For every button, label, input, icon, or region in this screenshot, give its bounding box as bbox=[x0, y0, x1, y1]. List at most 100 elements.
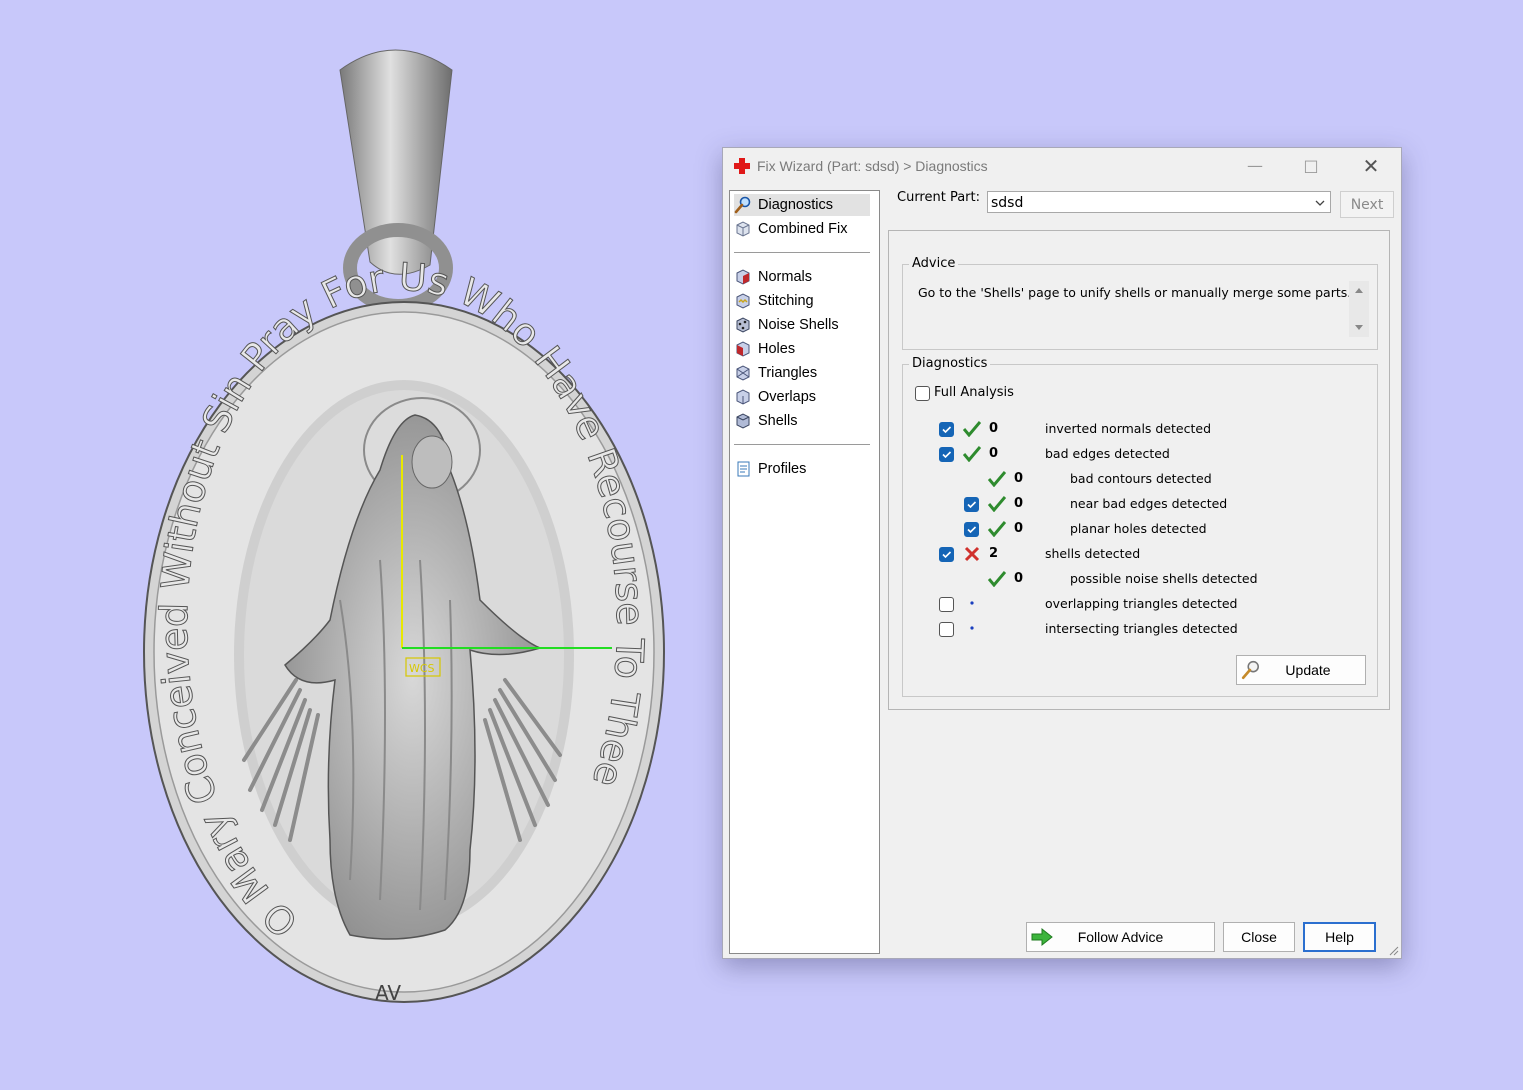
close-icon: ✕ bbox=[1362, 154, 1380, 178]
shells-cube-icon bbox=[736, 413, 750, 429]
green-check-icon bbox=[963, 446, 981, 462]
nav-item-normals[interactable]: Normals bbox=[734, 266, 870, 288]
diagnostic-checkbox[interactable] bbox=[964, 522, 979, 537]
normals-cube-icon bbox=[736, 269, 750, 285]
diagnostic-label: shells detected bbox=[1045, 546, 1141, 561]
medal-3d-model: O Mary Conceived Without Sin Pray For Us… bbox=[143, 49, 665, 1005]
nav-item-diagnostics[interactable]: Diagnostics bbox=[734, 194, 870, 216]
diagnostic-label: bad contours detected bbox=[1070, 471, 1212, 486]
nav-label: Stitching bbox=[758, 293, 814, 309]
diagnostic-count: 0 bbox=[989, 421, 999, 436]
nav-label: Noise Shells bbox=[758, 317, 839, 333]
current-part-select[interactable]: sdsd bbox=[987, 191, 1331, 213]
diagnostic-count: 0 bbox=[1014, 496, 1024, 511]
triangles-cube-icon bbox=[736, 365, 750, 381]
diagnostic-checkbox[interactable] bbox=[939, 422, 954, 437]
document-icon bbox=[737, 461, 750, 477]
diagnostics-group: Diagnostics Full Analysis 0 inverted norm… bbox=[902, 356, 1378, 697]
red-cross-icon bbox=[734, 158, 750, 174]
red-x-icon bbox=[964, 546, 980, 562]
wcs-label: WCS bbox=[409, 662, 435, 675]
checkmark-icon bbox=[967, 501, 977, 509]
cube-icon bbox=[736, 221, 750, 237]
full-analysis-checkbox[interactable] bbox=[915, 386, 930, 401]
current-part-label: Current Part: bbox=[897, 190, 981, 205]
green-arrow-icon bbox=[1031, 927, 1053, 947]
diagnostic-label: intersecting triangles detected bbox=[1045, 621, 1238, 636]
nav-label: Combined Fix bbox=[758, 221, 848, 237]
nav-item-combined-fix[interactable]: Combined Fix bbox=[734, 218, 870, 240]
diagnostic-count: 0 bbox=[1014, 471, 1024, 486]
nav-separator bbox=[734, 444, 870, 445]
nav-item-noise-shells[interactable]: Noise Shells bbox=[734, 314, 870, 336]
help-button[interactable]: Help bbox=[1303, 922, 1376, 952]
next-button[interactable]: Next bbox=[1340, 191, 1394, 218]
maximize-button[interactable]: □ bbox=[1291, 154, 1331, 178]
medal-bottom-mark: AV bbox=[375, 981, 401, 1005]
diagnostic-count: 2 bbox=[989, 546, 999, 561]
diagnostic-count: 0 bbox=[989, 446, 999, 461]
diagnostic-label: bad edges detected bbox=[1045, 446, 1170, 461]
diagnostic-count: 0 bbox=[1014, 571, 1024, 586]
green-check-icon bbox=[988, 571, 1006, 587]
nav-item-overlaps[interactable]: Overlaps bbox=[734, 386, 870, 408]
wizard-nav-panel: Diagnostics Combined Fix Normals Stitchi… bbox=[729, 190, 880, 954]
fix-wizard-dialog: Fix Wizard (Part: sdsd) > Diagnostics — … bbox=[722, 147, 1402, 959]
nav-item-shells[interactable]: Shells bbox=[734, 410, 870, 432]
nav-item-triangles[interactable]: Triangles bbox=[734, 362, 870, 384]
maximize-icon: □ bbox=[1303, 156, 1319, 175]
diagnostics-title: Diagnostics bbox=[909, 356, 991, 371]
nav-label: Normals bbox=[758, 269, 812, 285]
minimize-icon: — bbox=[1247, 156, 1263, 175]
noise-shells-icon bbox=[736, 317, 750, 333]
current-part-value: sdsd bbox=[991, 195, 1024, 211]
nav-item-holes[interactable]: Holes bbox=[734, 338, 870, 360]
diagnostic-label: overlapping triangles detected bbox=[1045, 596, 1238, 611]
diagnostic-checkbox[interactable] bbox=[939, 622, 954, 637]
magnifier-icon bbox=[734, 196, 751, 214]
update-label: Update bbox=[1285, 662, 1331, 678]
full-analysis-label: Full Analysis bbox=[934, 385, 1014, 400]
chevron-down-icon bbox=[1315, 200, 1325, 206]
diagnostics-page: Advice Go to the 'Shells' page to unify … bbox=[888, 230, 1390, 710]
close-button[interactable]: Close bbox=[1223, 922, 1295, 952]
green-check-icon bbox=[988, 496, 1006, 512]
follow-advice-label: Follow Advice bbox=[1077, 929, 1164, 945]
green-check-icon bbox=[988, 521, 1006, 537]
diagnostic-label: planar holes detected bbox=[1070, 521, 1207, 536]
holes-cube-icon bbox=[736, 341, 750, 357]
green-check-icon bbox=[963, 421, 981, 437]
not-run-dot-icon bbox=[970, 626, 974, 630]
checkmark-icon bbox=[942, 551, 952, 559]
title-bar[interactable]: Fix Wizard (Part: sdsd) > Diagnostics — … bbox=[723, 148, 1401, 184]
update-button[interactable]: Update bbox=[1236, 655, 1366, 685]
close-label: Close bbox=[1241, 929, 1277, 945]
diagnostic-checkbox[interactable] bbox=[939, 447, 954, 462]
close-window-button[interactable]: ✕ bbox=[1351, 154, 1391, 178]
advice-title: Advice bbox=[909, 256, 959, 271]
advice-group: Advice Go to the 'Shells' page to unify … bbox=[902, 256, 1378, 350]
diagnostic-label: inverted normals detected bbox=[1045, 421, 1212, 436]
magnifier-icon bbox=[1241, 660, 1259, 680]
nav-item-profiles[interactable]: Profiles bbox=[734, 458, 870, 480]
nav-label: Holes bbox=[758, 341, 796, 357]
diagnostic-label: near bad edges detected bbox=[1070, 496, 1228, 511]
not-run-dot-icon bbox=[970, 601, 974, 605]
diagnostic-checkbox[interactable] bbox=[939, 597, 954, 612]
nav-label: Profiles bbox=[758, 461, 807, 477]
minimize-button[interactable]: — bbox=[1235, 154, 1275, 178]
follow-advice-button[interactable]: Follow Advice bbox=[1026, 922, 1215, 952]
advice-text: Go to the 'Shells' page to unify shells … bbox=[918, 285, 1352, 300]
nav-label: Triangles bbox=[758, 365, 818, 381]
diagnostic-checkbox[interactable] bbox=[939, 547, 954, 562]
overlaps-cube-icon bbox=[736, 389, 750, 405]
dialog-title: Fix Wizard (Part: sdsd) > Diagnostics bbox=[757, 158, 988, 174]
green-check-icon bbox=[988, 471, 1006, 487]
nav-item-stitching[interactable]: Stitching bbox=[734, 290, 870, 312]
diagnostic-checkbox[interactable] bbox=[964, 497, 979, 512]
checkmark-icon bbox=[967, 526, 977, 534]
nav-label: Shells bbox=[758, 413, 798, 429]
resize-grip-icon[interactable] bbox=[1389, 946, 1399, 956]
advice-scrollbar[interactable] bbox=[1349, 281, 1369, 337]
diagnostic-count: 0 bbox=[1014, 521, 1024, 536]
